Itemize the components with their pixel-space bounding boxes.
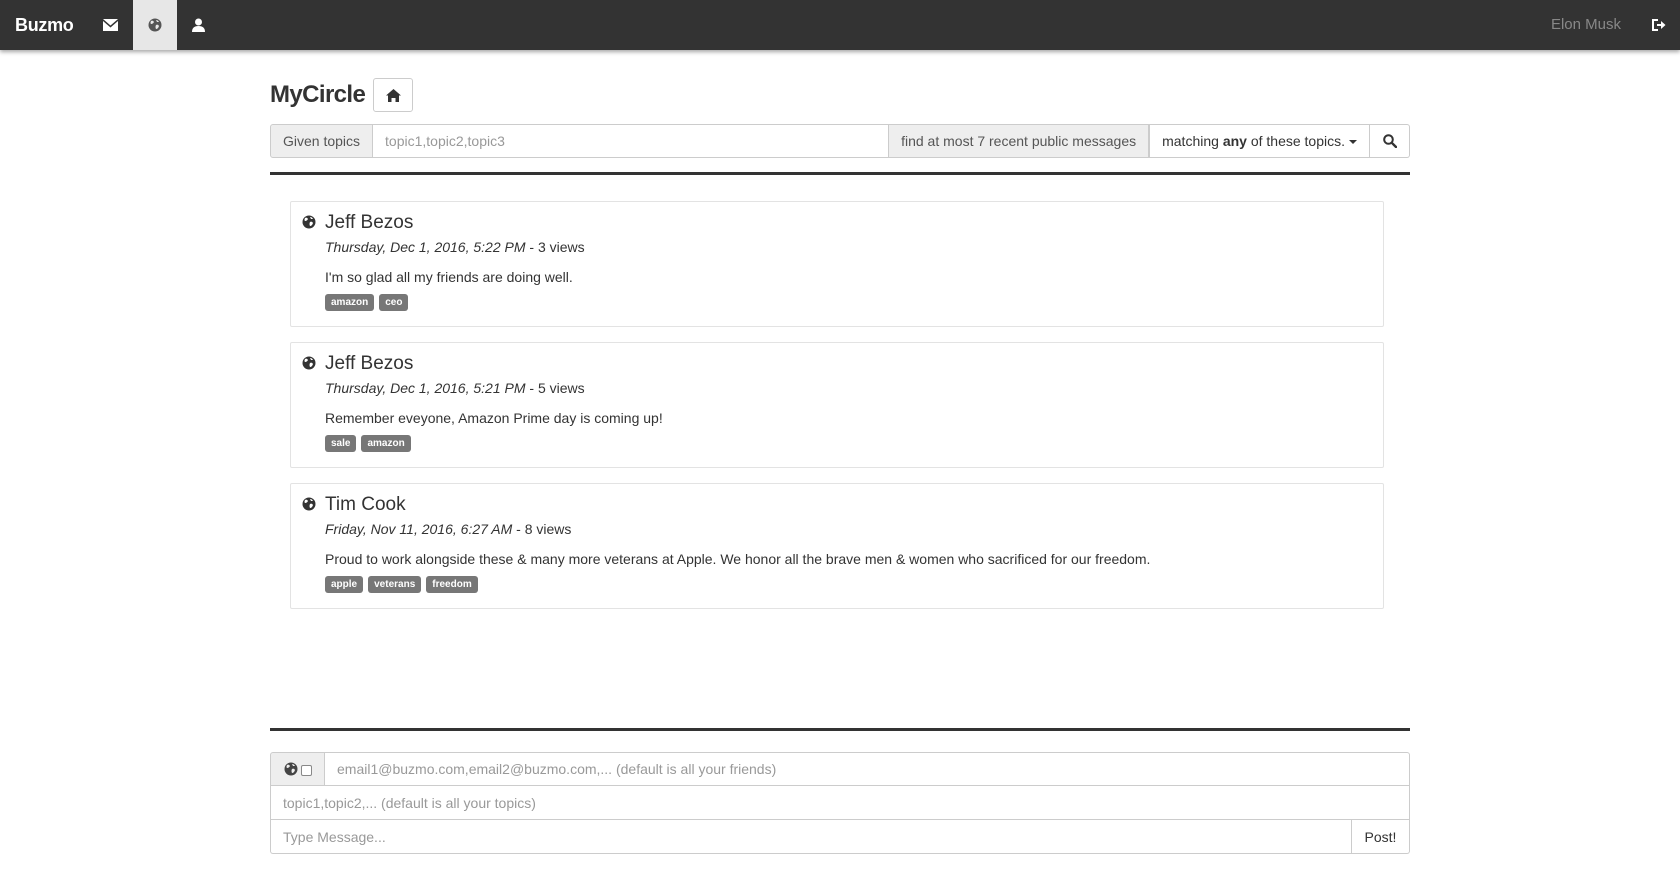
message-meta: Friday, Nov 11, 2016, 6:27 AM - 8 views — [325, 520, 1369, 538]
match-prefix: matching — [1162, 133, 1223, 149]
compose-topics-input[interactable] — [270, 786, 1410, 820]
nav-profile[interactable] — [177, 0, 221, 50]
message-list: Jeff Bezos Thursday, Dec 1, 2016, 5:22 P… — [290, 201, 1384, 624]
navbar-right: Elon Musk — [1536, 0, 1680, 50]
public-checkbox[interactable] — [300, 765, 312, 776]
message-views: - 3 views — [525, 239, 585, 255]
topic-tag[interactable]: sale — [325, 435, 357, 452]
globe-icon — [302, 356, 316, 370]
current-user-name[interactable]: Elon Musk — [1536, 0, 1636, 50]
recipients-row — [270, 752, 1410, 786]
topics-row — [270, 786, 1410, 820]
message-tags: sale amazon — [325, 435, 1369, 452]
limit-label: find at most 7 recent public messages — [888, 124, 1150, 158]
topic-tag[interactable]: ceo — [379, 294, 409, 311]
message-input[interactable] — [270, 820, 1352, 854]
match-mode-dropdown[interactable]: matching any of these topics. — [1149, 124, 1370, 158]
nav-messages[interactable] — [89, 0, 133, 50]
post-button[interactable]: Post! — [1352, 820, 1410, 854]
top-navbar: Buzmo Elon Musk — [0, 0, 1680, 50]
envelope-icon — [103, 19, 118, 31]
topic-tag[interactable]: veterans — [368, 576, 422, 593]
message-timestamp: Thursday, Dec 1, 2016, 5:22 PM — [325, 239, 526, 255]
caret-down-icon — [1349, 140, 1357, 145]
given-topics-label: Given topics — [270, 124, 374, 158]
topic-tag[interactable]: amazon — [361, 435, 411, 452]
message-tags: amazon ceo — [325, 294, 1369, 311]
message-timestamp: Thursday, Dec 1, 2016, 5:21 PM — [325, 380, 526, 396]
section-divider — [270, 172, 1410, 175]
match-suffix: of these topics. — [1246, 133, 1345, 149]
page-title: MyCircle — [270, 81, 366, 108]
topic-tag[interactable]: amazon — [325, 294, 375, 311]
topic-tag[interactable]: apple — [325, 576, 364, 593]
search-button[interactable] — [1370, 124, 1410, 158]
message-card: Tim Cook Friday, Nov 11, 2016, 6:27 AM -… — [290, 483, 1384, 609]
message-meta: Thursday, Dec 1, 2016, 5:22 PM - 3 views — [325, 238, 1369, 256]
message-views: - 5 views — [525, 380, 585, 396]
message-row: Post! — [270, 820, 1410, 854]
message-views: - 8 views — [512, 521, 572, 537]
title-row: MyCircle — [270, 78, 414, 112]
globe-icon — [284, 762, 297, 776]
message-meta: Thursday, Dec 1, 2016, 5:21 PM - 5 views — [325, 379, 1369, 397]
topic-tag[interactable]: freedom — [426, 576, 478, 593]
topics-search-input[interactable] — [373, 124, 889, 158]
recipients-input[interactable] — [325, 752, 1410, 786]
public-toggle — [270, 752, 325, 786]
logout-button[interactable] — [1636, 0, 1680, 50]
compose-form: Post! — [270, 752, 1410, 854]
topic-search-bar: Given topics find at most 7 recent publi… — [270, 124, 1410, 158]
globe-icon — [302, 497, 316, 511]
message-timestamp: Friday, Nov 11, 2016, 6:27 AM — [325, 521, 513, 537]
message-tags: apple veterans freedom — [325, 576, 1369, 593]
message-card: Jeff Bezos Thursday, Dec 1, 2016, 5:21 P… — [290, 342, 1384, 468]
message-author[interactable]: Jeff Bezos — [325, 212, 1369, 234]
globe-icon — [302, 215, 316, 229]
search-icon — [1382, 134, 1397, 148]
home-icon — [385, 88, 401, 102]
nav-public[interactable] — [132, 0, 177, 50]
message-author[interactable]: Jeff Bezos — [325, 353, 1369, 375]
message-author[interactable]: Tim Cook — [325, 494, 1369, 516]
message-body: Remember eveyone, Amazon Prime day is co… — [325, 410, 663, 426]
message-body: I'm so glad all my friends are doing wel… — [325, 269, 573, 285]
brand-logo[interactable]: Buzmo — [0, 0, 89, 50]
compose-divider — [270, 728, 1410, 731]
message-card: Jeff Bezos Thursday, Dec 1, 2016, 5:22 P… — [290, 201, 1384, 327]
match-mode-value: any — [1222, 133, 1247, 149]
user-icon — [192, 18, 205, 32]
globe-icon — [148, 18, 161, 32]
logout-icon — [1651, 19, 1665, 31]
home-button[interactable] — [373, 78, 414, 112]
message-body: Proud to work alongside these & many mor… — [325, 551, 1151, 567]
